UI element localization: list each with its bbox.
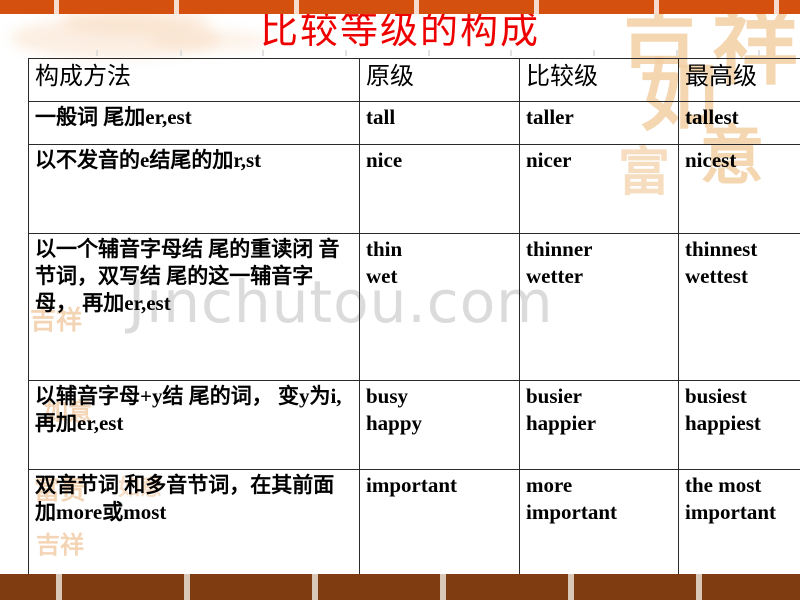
comparison-table: 构成方法 原级 比较级 最高级 一般词 尾加er,est tall taller talles… [28,58,800,575]
bar-tick [440,574,446,600]
table-row: 以辅音字母+y结 尾的词， 变y为i,再加er,est busy happy bus… [28,380,800,470]
bar-tick [534,0,539,14]
column-header-1: 原级 [359,58,520,102]
cell-comparative: busier happier [519,380,679,470]
cell-comparative: nicer [519,144,679,234]
bar-tick [54,0,59,14]
cell-method: 以不发音的e结尾的加r,st [28,144,360,234]
table-row: 以一个辅音字母结 尾的重读闭 音节词，双写结 尾的这一辅音字母， 再加er,es… [28,233,800,381]
cell-superlative: the most important [678,469,800,575]
cell-superlative: tallest [678,101,800,145]
cell-comparative: thinner wetter [519,233,679,381]
comparison-table-wrapper: 构成方法 原级 比较级 最高级 一般词 尾加er,est tall taller talles… [28,58,800,575]
top-decorative-bar [0,0,800,14]
table-row: 以不发音的e结尾的加r,st nice nicer nicest [28,144,800,234]
cell-comparative: more important [519,469,679,575]
cell-positive: tall [359,101,520,145]
bottom-decorative-bar [0,574,800,600]
column-header-2: 比较级 [519,58,679,102]
cell-positive: thin wet [359,233,520,381]
cell-superlative: busiest happiest [678,380,800,470]
cell-method: 以一个辅音字母结 尾的重读闭 音节词，双写结 尾的这一辅音字母， 再加er,es… [28,233,360,381]
cell-superlative: thinnest wettest [678,233,800,381]
bar-tick [774,0,779,14]
slide-canvas: 吉 祥 如 意 富 吉祥 如意 富贵 吉祥 如意 Jinchutou.com 比… [0,0,800,600]
column-header-3: 最高级 [678,58,800,102]
page-title: 比较等级的构成 [259,8,540,52]
bar-tick [696,574,702,600]
bar-tick [568,574,574,600]
table-header-row: 构成方法 原级 比较级 最高级 [28,58,800,102]
bar-tick [294,0,299,14]
cell-positive: busy happy [359,380,520,470]
cell-superlative: nicest [678,144,800,234]
bar-tick [654,0,659,14]
bar-tick [312,574,318,600]
cell-method: 双音节词 和多音节词，在其前面加more或most [28,469,360,575]
column-header-0: 构成方法 [28,58,360,102]
cell-positive: important [359,469,520,575]
bar-tick [414,0,419,14]
cell-comparative: taller [519,101,679,145]
cell-method: 以辅音字母+y结 尾的词， 变y为i,再加er,est [28,380,360,470]
bar-tick [174,0,179,14]
table-body: 构成方法 原级 比较级 最高级 一般词 尾加er,est tall taller talles… [28,58,800,575]
bar-tick [184,574,190,600]
table-row: 一般词 尾加er,est tall taller tallest [28,101,800,145]
bar-tick [56,574,62,600]
cell-method: 一般词 尾加er,est [28,101,360,145]
cell-positive: nice [359,144,520,234]
table-row: 双音节词 和多音节词，在其前面加more或most important more i… [28,469,800,575]
